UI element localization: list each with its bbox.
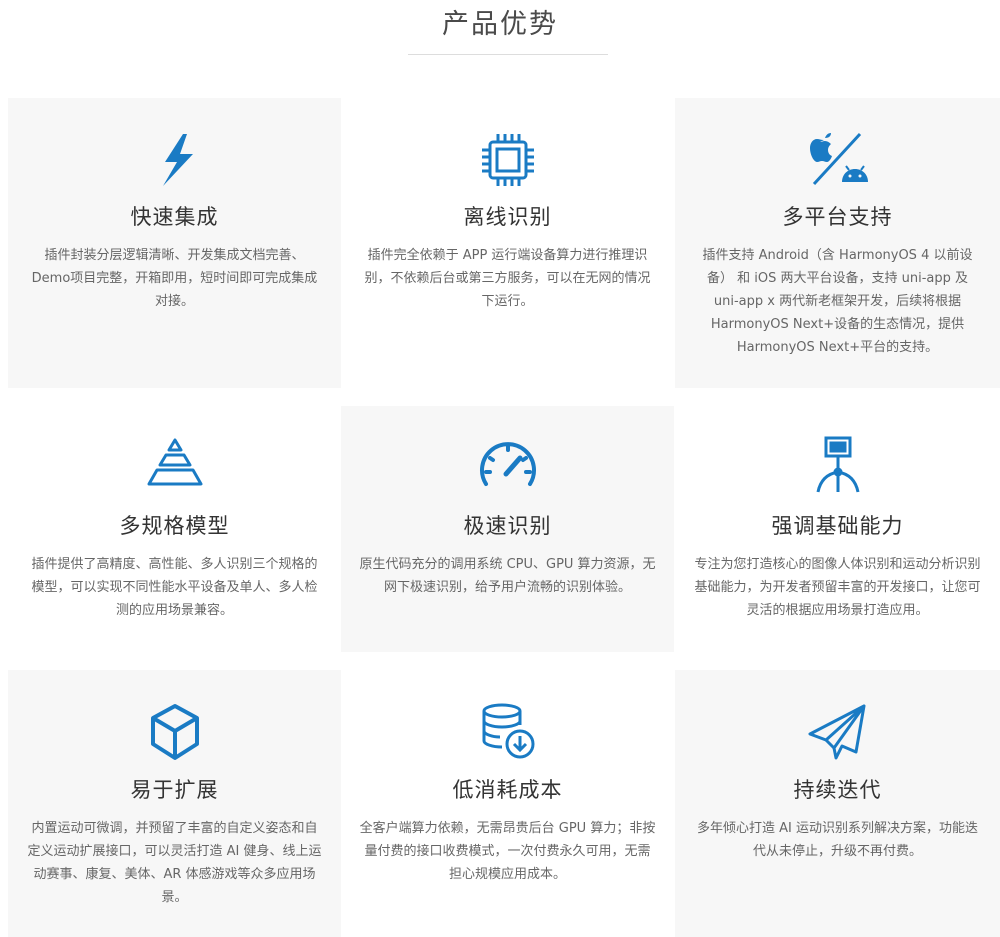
card-description: 插件完全依赖于 APP 运行端设备算力进行推理识别，不依赖后台或第三方服务，可以… <box>364 248 651 309</box>
speedometer-icon <box>476 434 540 498</box>
card-description: 插件提供了高精度、高性能、多人识别三个规格的模型，可以实现不同性能水平设备及单人… <box>31 557 318 618</box>
pyramid-icon <box>143 434 207 498</box>
feature-card-low-cost: 低消耗成本 全客户端算力依赖，无需昂贵后台 GPU 算力；非按量付费的接口收费模… <box>341 670 674 937</box>
feature-card-multi-model: 多规格模型 插件提供了高精度、高性能、多人识别三个规格的模型，可以实现不同性能水… <box>8 406 341 652</box>
feature-card-offline-recognition: 离线识别 插件完全依赖于 APP 运行端设备算力进行推理识别，不依赖后台或第三方… <box>341 98 674 388</box>
paper-plane-icon <box>806 700 870 764</box>
card-title: 易于扩展 <box>130 778 219 802</box>
database-download-icon <box>476 700 540 764</box>
title-divider <box>408 54 608 55</box>
card-description: 内置运动可微调，并预留了丰富的自定义姿态和自定义运动扩展接口，可以灵活打造 AI… <box>27 821 322 905</box>
card-title: 低消耗成本 <box>452 778 563 802</box>
card-description: 全客户端算力依赖，无需昂贵后台 GPU 算力；非按量付费的接口收费模式，一次付费… <box>359 821 656 882</box>
card-title: 多平台支持 <box>782 205 893 229</box>
card-description: 插件封装分层逻辑清晰、开发集成文档完善、Demo项目完整，开箱即用，短时间即可完… <box>31 248 318 309</box>
card-title: 离线识别 <box>463 205 552 229</box>
feature-card-quick-integration: 快速集成 插件封装分层逻辑清晰、开发集成文档完善、Demo项目完整，开箱即用，短… <box>8 98 341 388</box>
section-title: 产品优势 <box>442 9 558 40</box>
card-description: 插件支持 Android（含 HarmonyOS 4 以前设备） 和 iOS 两… <box>702 248 973 355</box>
card-title: 持续迭代 <box>793 778 882 802</box>
lightning-icon <box>143 128 207 192</box>
feature-card-multi-platform: 多平台支持 插件支持 Android（含 HarmonyOS 4 以前设备） 和… <box>675 98 1000 388</box>
card-description: 原生代码充分的调用系统 CPU、GPU 算力资源，无网下极速识别，给予用户流畅的… <box>359 557 656 595</box>
card-title: 极速识别 <box>463 514 552 538</box>
feature-card-core-capability: 强调基础能力 专注为您打造核心的图像人体识别和运动分析识别基础能力，为开发者预留… <box>675 406 1000 652</box>
feature-card-continuous-iteration: 持续迭代 多年倾心打造 AI 运动识别系列解决方案，功能迭代从未停止，升级不再付… <box>675 670 1000 937</box>
robot-arm-icon <box>806 434 870 498</box>
card-description: 专注为您打造核心的图像人体识别和运动分析识别基础能力，为开发者预留丰富的开发接口… <box>694 557 981 618</box>
card-title: 强调基础能力 <box>771 514 904 538</box>
card-description: 多年倾心打造 AI 运动识别系列解决方案，功能迭代从未停止，升级不再付费。 <box>697 821 978 859</box>
card-title: 快速集成 <box>130 205 219 229</box>
card-title: 多规格模型 <box>119 514 230 538</box>
apple-android-icon <box>806 126 870 190</box>
feature-card-extensible: 易于扩展 内置运动可微调，并预留了丰富的自定义姿态和自定义运动扩展接口，可以灵活… <box>8 670 341 937</box>
feature-card-fast-recognition: 极速识别 原生代码充分的调用系统 CPU、GPU 算力资源，无网下极速识别，给予… <box>341 406 674 652</box>
cube-icon <box>143 700 207 764</box>
chip-icon <box>476 128 540 192</box>
